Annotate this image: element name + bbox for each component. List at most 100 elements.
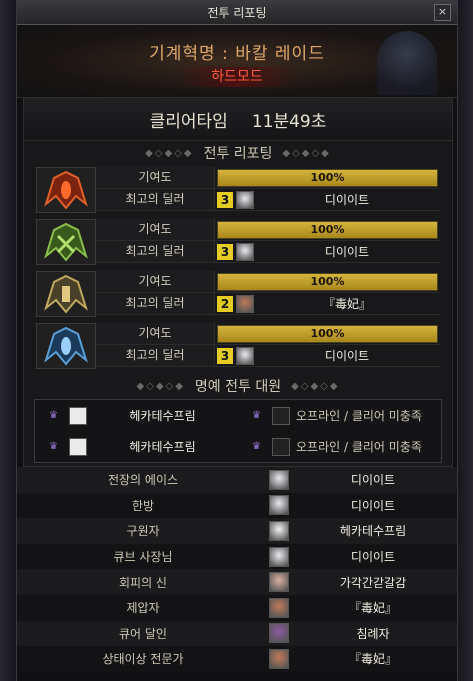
dealer-avatar[interactable] (236, 294, 254, 313)
dealer-avatar[interactable] (236, 190, 254, 209)
clear-time-label: 클리어타임 (149, 111, 228, 132)
honor-member-online[interactable]: ♛ 헤카테수프림 (35, 406, 238, 425)
honor-member-offline: ♛ 오프라인 / 클리어 미충족 (238, 437, 441, 456)
contribution-percent: 100% (310, 274, 345, 288)
contribution-list: 기여도 100% 최고의 딜러 3 디이이트 기여도 100% 최고의 딜러 3… (36, 167, 440, 369)
award-row: 전장의 에이스 디이이트 (17, 467, 457, 493)
honor-member-online[interactable]: ♛ 헤카테수프림 (35, 437, 238, 456)
award-row: 한방 디이이트 (17, 492, 457, 519)
crown-icon: ♛ (49, 440, 58, 452)
report-section-header: ◆◇◆◇◆ 전투 리포팅 ◆◇◆◇◆ (24, 141, 452, 165)
dealer-name: 디이이트 (324, 245, 370, 259)
raid-name: 기계혁명 : 바칼 레이드 (149, 44, 325, 64)
award-row: 상태이상 전문가 『毒妃』 (17, 646, 457, 672)
red-dragon-emblem-icon (36, 167, 96, 213)
empty-avatar (272, 406, 290, 425)
award-player-name: 헤카테수프림 (339, 524, 407, 539)
award-title: 제압자 (126, 601, 160, 616)
award-player-name: 디이이트 (350, 473, 396, 488)
honor-row: ♛ 헤카테수프림 ♛ 오프라인 / 클리어 미충족 (35, 431, 441, 462)
award-avatar[interactable] (269, 597, 289, 618)
crown-icon: ♛ (252, 440, 261, 452)
dealer-name: 디이이트 (324, 349, 370, 363)
honor-section-header: ◆◇◆◇◆ 명예 전투 대원 ◆◇◆◇◆ (24, 375, 452, 397)
raid-banner: 기계혁명 : 바칼 레이드 하드모드 (17, 25, 457, 98)
award-title: 전장의 에이스 (107, 473, 179, 488)
contribution-percent: 100% (310, 222, 345, 236)
ornament-left: ◆◇◆◇◆ (136, 380, 185, 392)
blue-dragon-emblem-icon (36, 323, 96, 369)
dealer-avatar[interactable] (236, 242, 254, 261)
award-avatar[interactable] (269, 520, 289, 541)
honor-member-offline: ♛ 오프라인 / 클리어 미충족 (238, 406, 441, 425)
award-player-name: 침례자 (356, 626, 390, 641)
best-dealer-label: 최고의 딜러 (96, 241, 215, 262)
dealer-level-badge: 3 (217, 243, 233, 260)
best-dealer-label: 최고의 딜러 (96, 345, 215, 366)
ornament-left: ◆◇◆◇◆ (145, 147, 194, 159)
contribution-bar: 100% (217, 220, 438, 239)
contribution-label: 기여도 (96, 271, 215, 292)
dealer-name: 『毒妃』 (322, 297, 371, 311)
crown-icon: ♛ (49, 409, 58, 421)
report-panel: 클리어타임 11분49초 ◆◇◆◇◆ 전투 리포팅 ◆◇◆◇◆ 기여도 100%… (23, 97, 453, 467)
dealer-avatar[interactable] (236, 346, 254, 365)
dealer-level-badge: 3 (217, 191, 233, 208)
award-title: 회피의 신 (119, 575, 167, 590)
member-avatar (69, 406, 87, 425)
award-player-name: 디이이트 (350, 498, 396, 513)
award-avatar[interactable] (269, 469, 289, 490)
contribution-bar: 100% (217, 324, 438, 343)
award-avatar[interactable] (269, 546, 289, 567)
contribution-label: 기여도 (96, 323, 215, 344)
award-list: 전장의 에이스 디이이트 한방 디이이트 구원자 헤카테수프림 큐브 사장님 디이이트 … (17, 467, 457, 672)
window-titlebar[interactable]: 전투 리포팅 × (17, 0, 457, 25)
ornament-right: ◆◇◆◇◆ (282, 147, 331, 159)
best-dealer-label: 최고의 딜러 (96, 189, 215, 210)
award-avatar[interactable] (269, 495, 289, 516)
honor-section-title: 명예 전투 대원 (194, 379, 282, 395)
close-button[interactable]: × (434, 4, 451, 21)
ornament-right: ◆◇◆◇◆ (291, 380, 340, 392)
best-dealer-label: 최고의 딜러 (96, 293, 215, 314)
award-avatar[interactable] (269, 623, 289, 644)
member-avatar (69, 437, 87, 456)
member-status: 오프라인 / 클리어 미충족 (296, 440, 422, 454)
dealer-level-badge: 2 (217, 295, 233, 312)
clear-time-value: 11분49초 (251, 111, 327, 132)
member-status: 오프라인 / 클리어 미충족 (296, 409, 422, 423)
contribution-bar: 100% (217, 272, 438, 291)
difficulty-mode: 하드모드 (177, 67, 297, 87)
award-player-name: 『毒妃』 (348, 601, 397, 616)
award-row: 구원자 헤카테수프림 (17, 518, 457, 544)
crown-icon: ♛ (252, 409, 261, 421)
member-name: 헤카테수프림 (129, 440, 196, 454)
dealer-level-badge: 3 (217, 347, 233, 364)
award-player-name: 『毒妃』 (348, 652, 397, 667)
honor-row: ♛ 헤카테수프림 ♛ 오프라인 / 클리어 미충족 (35, 400, 441, 431)
window-title: 전투 리포팅 (207, 6, 267, 20)
award-row: 제압자 『毒妃』 (17, 594, 457, 621)
battle-report-window: 전투 리포팅 × 기계혁명 : 바칼 레이드 하드모드 클리어타임 11분49초… (16, 0, 458, 681)
award-avatar[interactable] (269, 648, 289, 669)
contribution-percent: 100% (310, 326, 345, 340)
award-row: 큐어 달인 침례자 (17, 620, 457, 647)
member-name: 헤카테수프림 (129, 409, 196, 423)
award-row: 큐브 사장님 디이이트 (17, 543, 457, 570)
dealer-name: 디이이트 (324, 193, 370, 207)
gold-dragon-emblem-icon (36, 271, 96, 317)
contribution-row: 기여도 100% 최고의 딜러 3 디이이트 (36, 323, 440, 369)
empty-avatar (272, 437, 290, 456)
award-player-name: 디이이트 (350, 550, 396, 565)
green-dragon-emblem-icon (36, 219, 96, 265)
award-avatar[interactable] (269, 572, 289, 593)
award-title: 상태이상 전문가 (102, 652, 184, 667)
contribution-percent: 100% (310, 170, 345, 184)
award-player-name: 가각간갇갈감 (339, 575, 407, 590)
contribution-label: 기여도 (96, 219, 215, 240)
clear-time-row: 클리어타임 11분49초 (24, 98, 452, 141)
award-title: 구원자 (126, 524, 160, 539)
award-title: 한방 (131, 498, 155, 513)
honor-member-list: ♛ 헤카테수프림 ♛ 오프라인 / 클리어 미충족 ♛ 헤카테수프림 ♛ 오프라… (34, 399, 442, 463)
contribution-row: 기여도 100% 최고의 딜러 3 디이이트 (36, 219, 440, 265)
